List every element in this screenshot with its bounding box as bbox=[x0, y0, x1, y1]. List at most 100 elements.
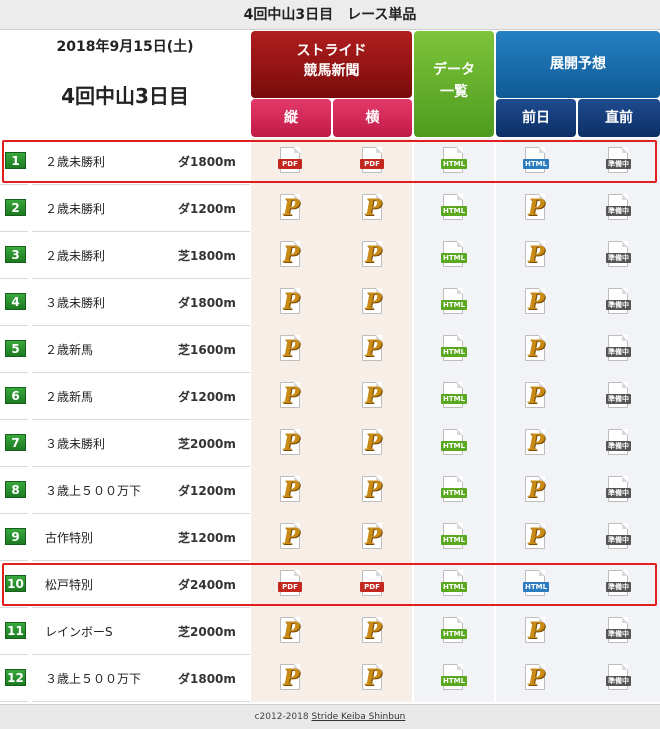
previous-day-placeholder-icon: P bbox=[523, 523, 549, 551]
race-name: ３歳上５００万下 bbox=[45, 672, 142, 686]
file-type-tag: HTML bbox=[441, 253, 468, 263]
vertical-pdf-placeholder-icon: P bbox=[278, 429, 304, 457]
just-before-preparing-icon: 準備中 bbox=[606, 617, 632, 645]
vertical-pdf-header: 縦 bbox=[251, 99, 331, 137]
page-fold-icon bbox=[457, 476, 463, 482]
p-glyph-icon: P bbox=[283, 477, 300, 503]
p-glyph-icon: P bbox=[365, 430, 382, 456]
data-html-icon[interactable]: HTML bbox=[441, 476, 468, 504]
row-highlight-box bbox=[2, 563, 657, 606]
horizontal-pdf-placeholder-icon: P bbox=[360, 288, 386, 316]
page-fold-icon bbox=[457, 382, 463, 388]
race-distance: ダ1200m bbox=[178, 202, 236, 216]
page-fold-icon bbox=[457, 194, 463, 200]
meeting-name: 4回中山3日目 bbox=[61, 84, 189, 108]
race-number-badge: 4 bbox=[5, 293, 26, 310]
page-title: 4回中山3日目 レース単品 bbox=[0, 0, 660, 30]
p-glyph-icon: P bbox=[283, 242, 300, 268]
race-name: ３歳未勝利 bbox=[45, 296, 106, 310]
p-glyph-icon: P bbox=[528, 383, 545, 409]
pace-forecast-header: 展開予想 bbox=[496, 31, 660, 98]
p-glyph-icon: P bbox=[365, 524, 382, 550]
file-type-tag: HTML bbox=[441, 676, 468, 686]
data-html-icon[interactable]: HTML bbox=[441, 241, 468, 269]
row-divider bbox=[0, 701, 28, 702]
data-html-icon[interactable]: HTML bbox=[441, 288, 468, 316]
data-html-icon[interactable]: HTML bbox=[441, 194, 468, 222]
file-type-tag: 準備中 bbox=[606, 206, 631, 216]
p-glyph-icon: P bbox=[283, 336, 300, 362]
data-html-icon[interactable]: HTML bbox=[441, 335, 468, 363]
just-before-preparing-icon: 準備中 bbox=[606, 288, 632, 316]
just-before-header: 直前 bbox=[578, 99, 660, 137]
race-number-badge: 2 bbox=[5, 199, 26, 216]
p-glyph-icon: P bbox=[283, 430, 300, 456]
page-fold-icon bbox=[457, 335, 463, 341]
vertical-pdf-placeholder-icon: P bbox=[278, 617, 304, 645]
race-number-badge: 9 bbox=[5, 528, 26, 545]
file-type-tag: HTML bbox=[441, 206, 468, 216]
page-fold-icon bbox=[457, 288, 463, 294]
data-html-icon[interactable]: HTML bbox=[441, 429, 468, 457]
race-name: ３歳未勝利 bbox=[45, 437, 106, 451]
race-name: ３歳上５００万下 bbox=[45, 484, 142, 498]
stride-newspaper-header: ストライド 競馬新聞 bbox=[251, 31, 412, 98]
race-row: 7 ３歳未勝利 芝2000m P P HTML P 準備中 bbox=[0, 420, 660, 467]
race-row: 6 ２歳新馬 ダ1200m P P HTML P 準備中 bbox=[0, 373, 660, 420]
race-number-badge: 6 bbox=[5, 387, 26, 404]
race-number-badge: 3 bbox=[5, 246, 26, 263]
data-html-icon[interactable]: HTML bbox=[441, 617, 468, 645]
race-distance: 芝1800m bbox=[178, 249, 236, 263]
page-fold-icon bbox=[622, 523, 628, 529]
just-before-preparing-icon: 準備中 bbox=[606, 241, 632, 269]
file-type-tag: 準備中 bbox=[606, 535, 631, 545]
race-distance: 芝1600m bbox=[178, 343, 236, 357]
race-name: レインボーS bbox=[45, 625, 113, 639]
previous-day-placeholder-icon: P bbox=[523, 617, 549, 645]
data-html-icon[interactable]: HTML bbox=[441, 523, 468, 551]
p-glyph-icon: P bbox=[283, 665, 300, 691]
page-fold-icon bbox=[457, 523, 463, 529]
previous-day-placeholder-icon: P bbox=[523, 476, 549, 504]
file-type-tag: 準備中 bbox=[606, 253, 631, 263]
file-type-tag: 準備中 bbox=[606, 441, 631, 451]
vertical-pdf-placeholder-icon: P bbox=[278, 476, 304, 504]
file-type-tag: HTML bbox=[441, 300, 468, 310]
page-fold-icon bbox=[622, 335, 628, 341]
just-before-preparing-icon: 準備中 bbox=[606, 382, 632, 410]
p-glyph-icon: P bbox=[528, 289, 545, 315]
footer-link[interactable]: Stride Keiba Shinbun bbox=[312, 712, 406, 722]
file-type-tag: HTML bbox=[441, 488, 468, 498]
p-glyph-icon: P bbox=[283, 618, 300, 644]
race-row: 8 ３歳上５００万下 ダ1200m P P HTML P 準備中 bbox=[0, 467, 660, 514]
race-number-badge: 7 bbox=[5, 434, 26, 451]
page-fold-icon bbox=[622, 617, 628, 623]
data-html-icon[interactable]: HTML bbox=[441, 382, 468, 410]
just-before-preparing-icon: 準備中 bbox=[606, 194, 632, 222]
row-divider bbox=[32, 701, 250, 702]
previous-day-placeholder-icon: P bbox=[523, 335, 549, 363]
horizontal-pdf-placeholder-icon: P bbox=[360, 617, 386, 645]
page-fold-icon bbox=[622, 241, 628, 247]
race-distance: ダ1200m bbox=[178, 390, 236, 404]
p-glyph-icon: P bbox=[365, 336, 382, 362]
race-distance: ダ1800m bbox=[178, 672, 236, 686]
race-name: ２歳新馬 bbox=[45, 343, 94, 357]
race-number-badge: 8 bbox=[5, 481, 26, 498]
race-name: ２歳未勝利 bbox=[45, 202, 106, 216]
data-header-line1: データ bbox=[433, 62, 475, 78]
vertical-pdf-placeholder-icon: P bbox=[278, 382, 304, 410]
p-glyph-icon: P bbox=[528, 665, 545, 691]
race-number-badge: 11 bbox=[5, 622, 26, 639]
race-distance: 芝2000m bbox=[178, 625, 236, 639]
p-glyph-icon: P bbox=[528, 618, 545, 644]
footer: c2012-2018 Stride Keiba Shinbun bbox=[0, 704, 660, 729]
p-glyph-icon: P bbox=[528, 336, 545, 362]
data-html-icon[interactable]: HTML bbox=[441, 664, 468, 692]
just-before-preparing-icon: 準備中 bbox=[606, 429, 632, 457]
p-glyph-icon: P bbox=[365, 618, 382, 644]
race-row: 9 古作特別 芝1200m P P HTML P 準備中 bbox=[0, 514, 660, 561]
stride-header-line1: ストライド bbox=[296, 43, 367, 59]
page-fold-icon bbox=[457, 241, 463, 247]
race-name: 古作特別 bbox=[45, 531, 94, 545]
